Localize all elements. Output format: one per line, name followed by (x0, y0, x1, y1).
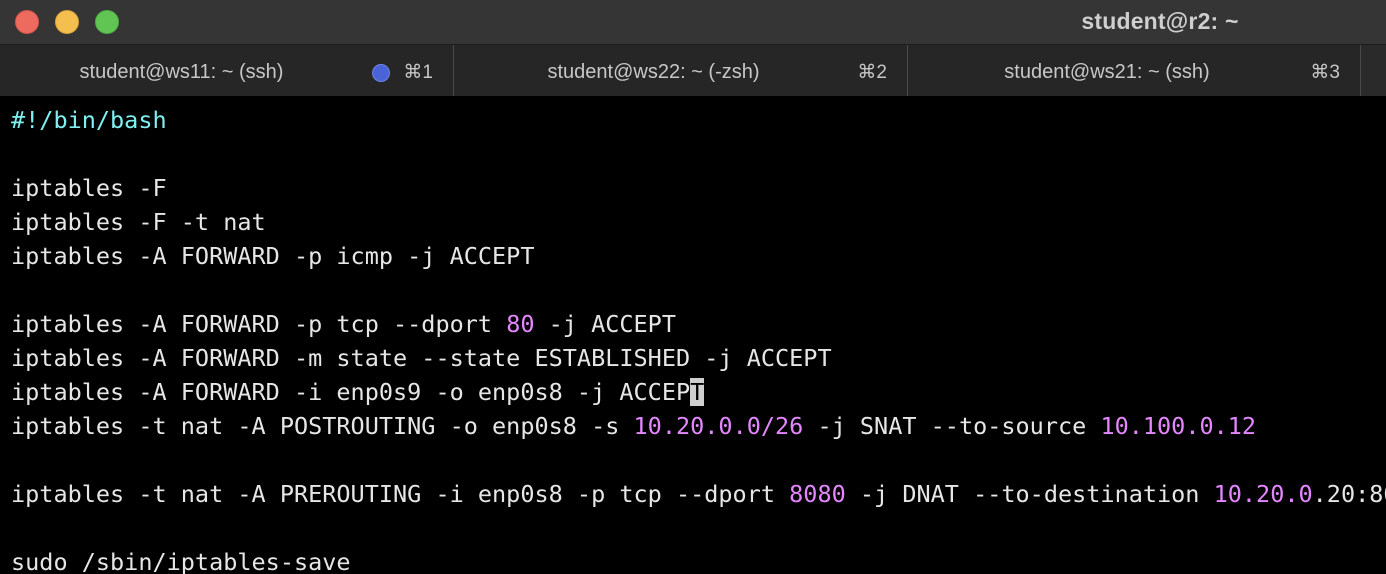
terminal-text: iptables -A FORWARD -p icmp -j ACCEPT (11, 242, 535, 270)
minimize-window-button[interactable] (55, 10, 79, 34)
terminal-text: iptables -F -t nat (11, 208, 266, 236)
terminal-text: 80 (506, 310, 535, 338)
text-cursor: T (690, 378, 705, 406)
terminal-text: iptables -A FORWARD -i enp0s9 -o enp0s8 … (11, 378, 691, 406)
title-bar[interactable]: student@r2: ~ (0, 0, 1386, 45)
terminal-line: iptables -A FORWARD -p tcp --dport 80 -j… (11, 307, 1386, 341)
terminal-text: #!/bin/bash (11, 106, 167, 134)
tab-ws22[interactable]: student@ws22: ~ (-zsh) ⌘2 (453, 45, 907, 96)
tab-ws21[interactable]: student@ws21: ~ (ssh) ⌘3 (907, 45, 1360, 96)
terminal-text: .20:80 (1312, 480, 1386, 508)
zoom-window-button[interactable] (95, 10, 119, 34)
terminal-text: iptables -F (11, 174, 167, 202)
terminal-text: 8080 (789, 480, 846, 508)
terminal-text: sudo /sbin/iptables-save (11, 548, 351, 574)
terminal-text: 10.20.0.0/26 (633, 412, 804, 440)
tab-label: student@ws11: ~ (ssh) (79, 61, 284, 83)
tab-label: student@ws21: ~ (ssh) (1004, 61, 1210, 83)
terminal-line: iptables -F (11, 171, 1386, 205)
terminal-text: -j ACCEPT (534, 310, 676, 338)
terminal-content[interactable]: #!/bin/bash iptables -F iptables -F -t nat… (11, 103, 1386, 574)
tab-shortcut: ⌘1 (403, 62, 433, 83)
terminal-text: -j SNAT --to-source (803, 412, 1101, 440)
terminal-line: iptables -F -t nat (11, 205, 1386, 239)
tab-bar: student@ws11: ~ (ssh) ⌘1 student@ws22: ~… (0, 45, 1386, 96)
terminal-window: student@r2: ~ student@ws11: ~ (ssh) ⌘1 s… (0, 0, 1386, 574)
terminal-text: 10.20.0 (1213, 480, 1313, 508)
tab-ws11[interactable]: student@ws11: ~ (ssh) ⌘1 (0, 45, 453, 96)
terminal-line: iptables -t nat -A PREROUTING -i enp0s8 … (11, 477, 1386, 511)
terminal-line: #!/bin/bash (11, 103, 1386, 137)
terminal-text: iptables -A FORWARD -p tcp --dport (11, 310, 507, 338)
window-title: student@r2: ~ (1081, 8, 1239, 34)
activity-indicator-icon (372, 64, 390, 82)
close-window-button[interactable] (15, 10, 39, 34)
terminal-text: 10.100.0.12 (1100, 412, 1257, 440)
tab-shortcut: ⌘2 (857, 62, 887, 83)
terminal-line: iptables -A FORWARD -p icmp -j ACCEPT (11, 239, 1386, 273)
terminal-text: iptables -t nat -A POSTROUTING -o enp0s8… (11, 412, 634, 440)
terminal-line: iptables -t nat -A POSTROUTING -o enp0s8… (11, 409, 1386, 443)
terminal-line: iptables -A FORWARD -m state --state EST… (11, 341, 1386, 375)
tab-bar-end (1360, 45, 1386, 96)
tab-label: student@ws22: ~ (-zsh) (547, 61, 760, 83)
terminal-text: iptables -t nat -A PREROUTING -i enp0s8 … (11, 480, 790, 508)
terminal-text: iptables -A FORWARD -m state --state EST… (11, 344, 832, 372)
terminal-line: sudo /sbin/iptables-save (11, 545, 1386, 574)
terminal-line: iptables -A FORWARD -i enp0s9 -o enp0s8 … (11, 375, 1386, 409)
tab-shortcut: ⌘3 (1310, 62, 1340, 83)
terminal-text: -j DNAT --to-destination (845, 480, 1214, 508)
